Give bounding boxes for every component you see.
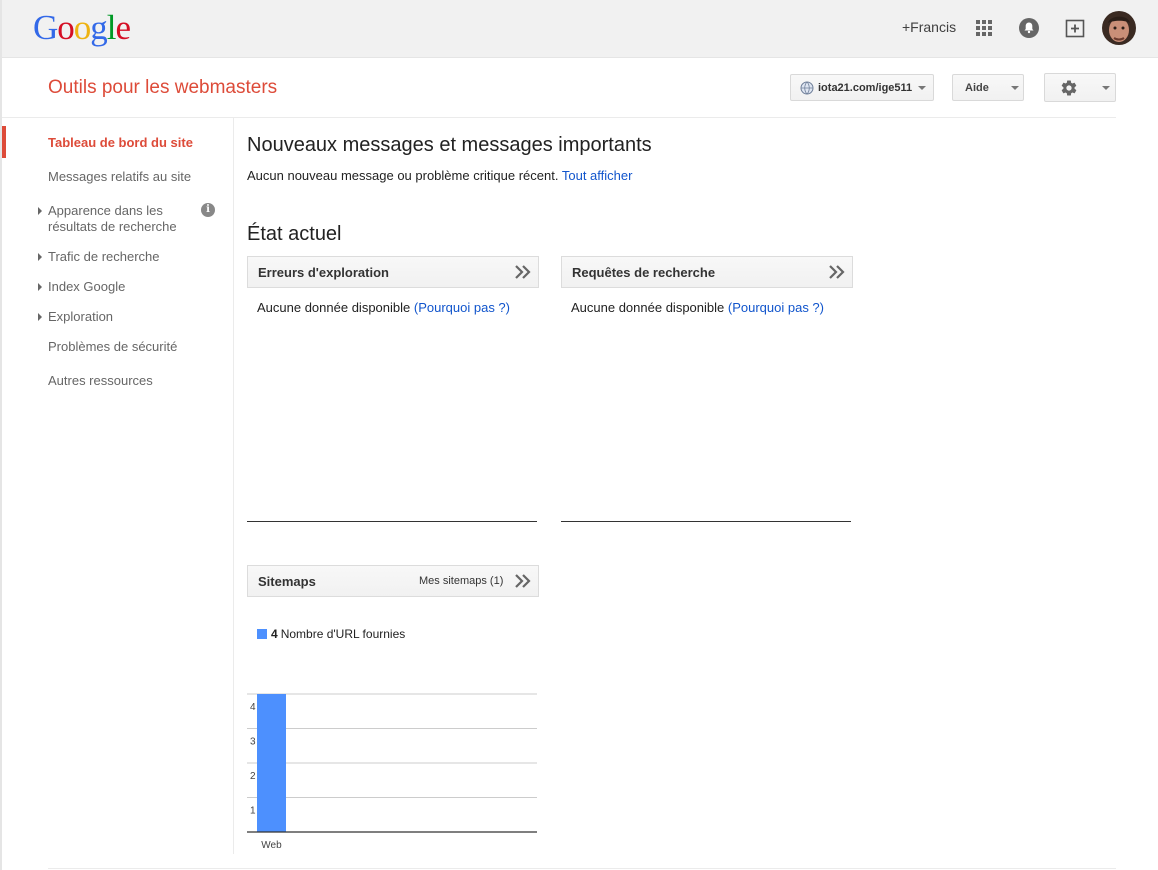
show-all-link[interactable]: Tout afficher — [562, 168, 633, 183]
expand-arrow-icon — [38, 253, 42, 261]
settings-button[interactable] — [1044, 73, 1116, 102]
help-label: Aide — [965, 82, 989, 94]
y-tick-label: 2 — [250, 771, 256, 782]
logo-letter: o — [57, 8, 74, 47]
site-selector[interactable]: iota21.com/ige511 — [790, 74, 934, 101]
chevron-down-icon — [918, 86, 926, 90]
legend-value: 4 — [271, 627, 278, 641]
logo-letter: G — [33, 8, 58, 47]
messages-text: Aucun nouveau message ou problème critiq… — [247, 168, 559, 183]
expand-arrow-icon — [38, 313, 42, 321]
globe-icon — [800, 81, 814, 95]
y-tick-label: 4 — [250, 702, 256, 713]
x-tick-label: Web — [261, 840, 282, 851]
footer-divider — [48, 868, 1116, 869]
gear-icon — [1061, 80, 1077, 96]
notifications-bell-icon[interactable] — [1018, 17, 1040, 39]
crawl-errors-text: Aucune donnée disponible — [257, 300, 411, 315]
sidebar-item-label: Problèmes de sécurité — [48, 339, 178, 354]
why-not-link[interactable]: (Pourquoi pas ?) — [414, 300, 510, 315]
sidebar-item-label: Exploration — [48, 309, 114, 324]
sitemaps-title: Sitemaps — [258, 574, 316, 589]
panel-divider — [561, 521, 851, 522]
help-button[interactable]: Aide — [952, 74, 1024, 101]
expand-arrow-icon — [38, 283, 42, 291]
plus-profile-link[interactable]: +Francis — [902, 19, 956, 35]
share-plus-icon[interactable] — [1064, 17, 1086, 39]
apps-icon[interactable] — [975, 19, 993, 37]
sidebar-item-label: Messages relatifs au site — [48, 169, 192, 184]
info-icon[interactable]: i — [201, 203, 215, 217]
search-queries-title: Requêtes de recherche — [572, 265, 716, 280]
sidebar-item-label: Tableau de bord du site — [48, 135, 193, 150]
google-logo[interactable]: Google — [33, 8, 132, 48]
logo-letter: o — [73, 8, 91, 47]
avatar[interactable] — [1102, 11, 1136, 45]
my-sitemaps-link[interactable]: Mes sitemaps (1) — [419, 575, 503, 587]
site-selector-label: iota21.com/ige511 — [818, 82, 913, 94]
sidebar-nav: Tableau de bord du site Messages relatif… — [2, 118, 234, 854]
messages-summary: Aucun nouveau message ou problème critiq… — [247, 168, 632, 183]
chevron-down-icon — [1011, 86, 1019, 90]
sitemaps-bar-chart: 1 2 3 4 Web — [247, 693, 537, 851]
active-indicator — [2, 126, 6, 158]
double-chevron-right-icon — [515, 574, 531, 588]
sidebar-item-label: Trafic de recherche — [48, 249, 160, 264]
search-queries-text: Aucune donnée disponible — [571, 300, 725, 315]
top-bar: Google +Francis — [2, 0, 1158, 58]
crawl-errors-body: Aucune donnée disponible (Pourquoi pas ?… — [257, 300, 510, 315]
panel-divider — [247, 521, 537, 522]
y-tick-label: 1 — [250, 806, 256, 817]
sidebar-item-label: Index Google — [48, 279, 126, 294]
logo-letter: e — [115, 8, 132, 47]
messages-heading: Nouveaux messages et messages importants — [247, 134, 652, 156]
legend-label: Nombre d'URL fournies — [280, 627, 406, 641]
logo-letter: g — [90, 8, 107, 47]
sitemaps-header[interactable]: Sitemaps Mes sitemaps (1) — [247, 565, 539, 597]
sidebar-item-label: Apparence dans les résultats de recherch… — [48, 203, 177, 234]
search-queries-body: Aucune donnée disponible (Pourquoi pas ?… — [571, 300, 824, 315]
crawl-errors-header[interactable]: Erreurs d'exploration — [247, 256, 539, 288]
logo-letter: l — [106, 8, 117, 47]
search-queries-header[interactable]: Requêtes de recherche — [561, 256, 853, 288]
double-chevron-right-icon — [829, 265, 845, 279]
expand-arrow-icon — [38, 207, 42, 215]
app-title[interactable]: Outils pour les webmasters — [48, 77, 277, 99]
why-not-link[interactable]: (Pourquoi pas ?) — [728, 300, 824, 315]
sidebar-item-label: Autres ressources — [48, 373, 153, 388]
legend-swatch — [257, 629, 267, 639]
double-chevron-right-icon — [515, 265, 531, 279]
status-heading: État actuel — [247, 223, 342, 245]
chevron-down-icon — [1102, 86, 1110, 90]
bar — [257, 694, 286, 832]
y-tick-label: 3 — [250, 737, 256, 748]
crawl-errors-title: Erreurs d'exploration — [258, 265, 389, 280]
chart-legend: 4 Nombre d'URL fournies — [271, 627, 405, 641]
